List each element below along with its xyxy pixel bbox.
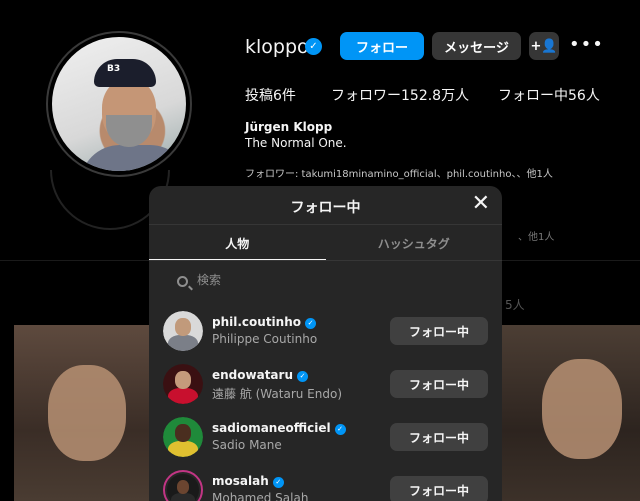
- verified-badge-icon: ✓: [272, 477, 284, 488]
- user-avatar[interactable]: [163, 417, 203, 457]
- profile-username: kloppo: [245, 36, 309, 58]
- message-button[interactable]: メッセージ: [432, 32, 521, 60]
- user-avatar[interactable]: [163, 470, 203, 501]
- close-icon[interactable]: ✕: [472, 192, 490, 216]
- list-item[interactable]: sadiomaneofficiel ✓ Sadio Mane フォロー中: [149, 410, 502, 463]
- background-text: 、他1人: [518, 232, 555, 243]
- list-item-username[interactable]: phil.coutinho ✓: [212, 315, 316, 329]
- more-options-icon[interactable]: •••: [569, 34, 604, 55]
- following-button[interactable]: フォロー中: [390, 317, 488, 345]
- followed-by-text[interactable]: フォロワー: takumi18minamino_official、phil.co…: [245, 165, 553, 180]
- post-thumbnail[interactable]: [502, 325, 640, 501]
- add-user-icon[interactable]: +👤: [529, 32, 559, 60]
- list-item[interactable]: phil.coutinho ✓ Philippe Coutinho フォロー中: [149, 304, 502, 357]
- list-item-username[interactable]: mosalah ✓: [212, 474, 284, 488]
- cap-logo: B3: [107, 64, 121, 74]
- following-button[interactable]: フォロー中: [390, 370, 488, 398]
- search-icon: [177, 276, 188, 287]
- profile-avatar[interactable]: B3: [46, 31, 192, 177]
- list-item-fullname: Sadio Mane: [212, 438, 282, 452]
- list-item-fullname: Philippe Coutinho: [212, 332, 318, 346]
- tab-hashtags[interactable]: ハッシュタグ: [326, 225, 503, 260]
- profile-photo: B3: [52, 37, 186, 171]
- following-modal: フォロー中 ✕ 人物 ハッシュタグ phil.coutinho✓ Philipp…: [149, 186, 502, 501]
- list-item-username[interactable]: sadiomaneofficiel ✓: [212, 421, 346, 435]
- profile-fullname: Jürgen Klopp: [245, 120, 333, 134]
- verified-badge-icon: ✓: [297, 371, 308, 382]
- user-avatar[interactable]: [163, 311, 203, 351]
- background-text: 5人: [505, 298, 525, 312]
- verified-badge-icon: ✓: [305, 318, 316, 329]
- search-input[interactable]: [197, 273, 477, 287]
- list-item[interactable]: mosalah ✓ Mohamed Salah フォロー中: [149, 463, 502, 501]
- tab-bar: 人物 ハッシュタグ: [149, 225, 502, 261]
- list-item-fullname: 遠藤 航 (Wataru Endo): [212, 387, 343, 401]
- modal-header: フォロー中 ✕: [149, 186, 502, 225]
- user-avatar[interactable]: [163, 364, 203, 404]
- list-item-username[interactable]: endowataru ✓: [212, 368, 308, 382]
- followers-count[interactable]: フォロワー152.8万人: [331, 85, 469, 105]
- list-item-fullname: Mohamed Salah: [212, 491, 309, 501]
- posts-count: 投稿6件: [245, 88, 296, 104]
- profile-bio: The Normal One.: [245, 136, 347, 150]
- tab-people[interactable]: 人物: [149, 225, 326, 260]
- verified-badge-icon: ✓: [305, 38, 322, 55]
- following-list: phil.coutinho ✓ Philippe Coutinho フォロー中 e…: [149, 304, 502, 501]
- follow-button[interactable]: フォロー: [340, 32, 424, 60]
- following-count[interactable]: フォロー中56人: [498, 85, 600, 105]
- search-bar: [149, 261, 502, 304]
- modal-title: フォロー中: [290, 200, 361, 216]
- list-item[interactable]: endowataru ✓ 遠藤 航 (Wataru Endo) フォロー中: [149, 357, 502, 410]
- following-button[interactable]: フォロー中: [390, 476, 488, 501]
- post-thumbnail[interactable]: [14, 325, 151, 501]
- verified-badge-icon: ✓: [334, 424, 346, 435]
- following-button[interactable]: フォロー中: [390, 423, 488, 451]
